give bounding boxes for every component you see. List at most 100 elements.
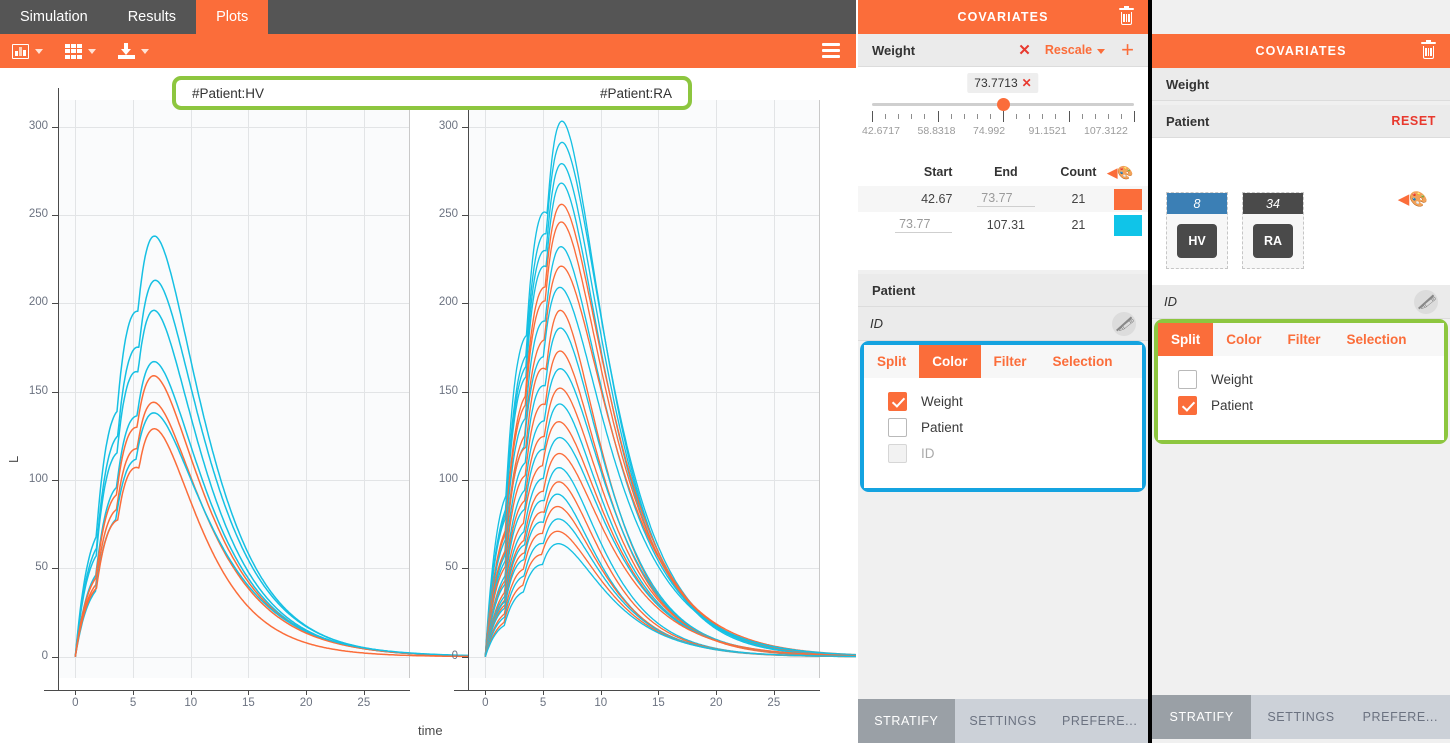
tab-split[interactable]: Split [1158, 323, 1213, 356]
plot-toolbar [0, 34, 856, 68]
app-root: Simulation Results Plots #Patient:HV [0, 0, 1450, 743]
x-tick-label: 25 [349, 697, 379, 709]
slider-tick [977, 114, 978, 119]
patient-section-title: Patient [872, 283, 915, 298]
checkbox-patient[interactable] [1178, 396, 1197, 415]
y-tick-mark [462, 127, 468, 128]
bottom-tabs-middle: STRATIFY SETTINGS PREFERE... [858, 699, 1148, 743]
y-tick-mark [462, 480, 468, 481]
nav-tab-plots[interactable]: Plots [196, 0, 268, 34]
y-tick-mark [52, 568, 58, 569]
color-palette-icon[interactable]: ◀🎨 [1107, 165, 1148, 181]
tab-filter[interactable]: Filter [1275, 323, 1334, 356]
x-tick-label: 20 [701, 697, 731, 709]
patient-chip-ra[interactable]: 34 RA [1242, 192, 1304, 269]
grid-layout-button[interactable] [65, 44, 96, 59]
patient-chip-hv[interactable]: 8 HV [1166, 192, 1228, 269]
checkbox-id-label: ID [921, 446, 935, 461]
color-palette-icon[interactable]: ◀🎨 [1398, 190, 1428, 208]
weight-section-header: Weight ✕ Rescale + [858, 34, 1148, 67]
chip-button-ra[interactable]: RA [1253, 224, 1293, 258]
download-button[interactable] [118, 43, 149, 59]
checkbox-weight[interactable] [888, 392, 907, 411]
y-tick-label: 100 [424, 473, 458, 485]
tab-selection[interactable]: Selection [1334, 323, 1420, 356]
bottom-tab-preferences[interactable]: PREFERE... [1051, 699, 1148, 743]
slider-tick [1082, 114, 1083, 119]
eyedropper-disabled-icon[interactable]: 🖍 [1414, 290, 1438, 314]
plot-canvas: #Patient:HV #Patient:RA L time 050100150… [0, 68, 856, 743]
hamburger-menu-icon[interactable] [822, 43, 840, 58]
patient-section-header: Patient [858, 274, 1148, 307]
plot-curve [485, 438, 867, 657]
stratify-tabrow-middle: Split Color Filter Selection [864, 345, 1142, 378]
tab-color[interactable]: Color [1213, 323, 1274, 356]
slider-tick [951, 114, 952, 119]
checkbox-row-weight[interactable]: Weight [1178, 370, 1444, 389]
trash-icon[interactable] [1421, 42, 1436, 60]
x-tick-mark [191, 690, 192, 695]
col-header-count: Count [1049, 165, 1107, 181]
chip-button-hv[interactable]: HV [1177, 224, 1217, 258]
chip-count-ra: 34 [1243, 193, 1303, 214]
covariates-panel-right: COVARIATES Weight Patient RESET ◀🎨 8 HV … [1152, 0, 1450, 743]
checkbox-row-weight[interactable]: Weight [888, 392, 1142, 411]
weight-remove-button[interactable]: ✕ [1018, 41, 1031, 59]
facet-title-left: #Patient:HV [192, 86, 264, 101]
x-tick-mark [306, 690, 307, 695]
rescale-dropdown[interactable]: Rescale [1045, 43, 1105, 57]
nav-tab-results[interactable]: Results [108, 0, 196, 34]
nav-tab-results-label: Results [128, 9, 176, 25]
bottom-tab-stratify[interactable]: STRATIFY [858, 699, 955, 743]
plot-curve [485, 351, 879, 657]
weight-slider-area: 73.7713✕ 42.671758.831874.99291.1521107.… [858, 67, 1148, 162]
facet-titles-highlight: #Patient:HV #Patient:RA [172, 76, 692, 110]
weight-bins-table: Start End Count ◀🎨 42.67 73.77 21 73.77 … [858, 162, 1148, 238]
chevron-down-icon [88, 49, 96, 54]
checkbox-row-patient[interactable]: Patient [1178, 396, 1444, 415]
covariates-header-middle: COVARIATES [858, 0, 1148, 34]
bottom-tab-stratify-label: STRATIFY [1170, 710, 1234, 724]
checkbox-row-patient[interactable]: Patient [888, 418, 1142, 437]
nav-tab-simulation[interactable]: Simulation [0, 0, 108, 34]
bottom-tab-settings[interactable]: SETTINGS [955, 699, 1052, 743]
tab-color-label: Color [1226, 332, 1261, 347]
slider-close-icon[interactable]: ✕ [1022, 76, 1032, 90]
stratify-tabs-card-middle: Split Color Filter Selection Weight Pati… [860, 341, 1146, 492]
tab-split[interactable]: Split [864, 345, 919, 378]
slider-tick [1042, 114, 1043, 119]
tab-selection[interactable]: Selection [1040, 345, 1126, 378]
x-tick-mark [658, 690, 659, 695]
plot-curve [485, 422, 861, 657]
patient-id-row: ID 🖍 [858, 307, 1148, 341]
bin-color-swatch[interactable] [1114, 189, 1142, 210]
bottom-tab-preferences[interactable]: PREFERE... [1351, 695, 1450, 739]
weight-section-title: Weight [872, 43, 915, 58]
slider-ruler [872, 111, 1134, 123]
bottom-tab-settings[interactable]: SETTINGS [1251, 695, 1350, 739]
eyedropper-disabled-icon[interactable]: 🖍 [1112, 312, 1136, 336]
slider-tick-label: 42.6717 [862, 125, 900, 137]
plot-curve [485, 183, 885, 657]
bin-end-input[interactable]: 73.77 [977, 191, 1034, 207]
covariates-title-middle: COVARIATES [957, 10, 1048, 24]
plot-curve [485, 544, 861, 657]
slider-tick [1055, 114, 1056, 119]
checkbox-weight[interactable] [1178, 370, 1197, 389]
slider-knob[interactable] [997, 98, 1010, 111]
add-covariate-button[interactable]: + [1121, 41, 1134, 59]
tab-filter[interactable]: Filter [981, 345, 1040, 378]
reset-button[interactable]: RESET [1391, 114, 1436, 128]
chevron-down-icon [141, 49, 149, 54]
checkbox-patient[interactable] [888, 418, 907, 437]
chart-type-button[interactable] [12, 44, 43, 59]
bottom-tab-stratify[interactable]: STRATIFY [1152, 695, 1251, 739]
x-tick-label: 5 [528, 697, 558, 709]
tab-color[interactable]: Color [919, 345, 980, 378]
weight-row-right[interactable]: Weight [1152, 68, 1450, 101]
bin-start-input[interactable]: 73.77 [895, 217, 952, 233]
y-tick-label: 250 [14, 208, 48, 220]
trash-icon[interactable] [1119, 8, 1134, 26]
plot-curve [485, 328, 879, 657]
bin-color-swatch[interactable] [1114, 215, 1142, 236]
